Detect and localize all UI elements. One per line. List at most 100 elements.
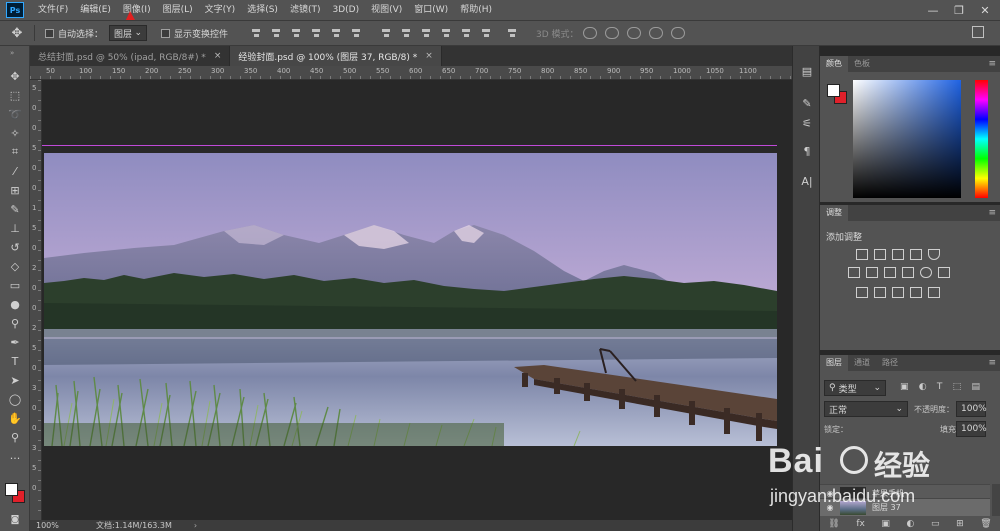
brightness-icon[interactable] [856,249,868,260]
color-field[interactable] [853,80,961,198]
menu-filter[interactable]: 滤镜(T) [284,0,327,20]
dodge-tool-icon[interactable]: ⚲ [6,315,24,331]
layer-row-selected[interactable]: ◉ 图层 37 [820,498,990,516]
color-foreground-swatch[interactable] [827,84,840,97]
show-transform-checkbox[interactable] [161,28,171,38]
lasso-tool-icon[interactable]: ➰ [6,106,24,122]
distribute-bottom-icon[interactable] [420,27,432,39]
panel-menu-icon[interactable]: ≡ [988,59,996,69]
menu-file[interactable]: 文件(F) [32,0,74,20]
close-window-button[interactable]: ✕ [972,0,998,20]
eye-icon[interactable]: ◉ [820,503,840,512]
vibrance-icon[interactable] [928,249,940,260]
3d-scale-icon[interactable] [670,27,685,39]
eyedropper-icon[interactable]: ⁄ [6,163,24,179]
panel-menu-icon[interactable]: ≡ [988,358,996,368]
menu-layer[interactable]: 图层(L) [157,0,199,20]
auto-select-dropdown[interactable]: 图层 ⌄ [109,25,148,41]
eraser-tool-icon[interactable]: ◇ [6,258,24,274]
brush-tool-icon[interactable]: ✎ [6,201,24,217]
properties-panel-icon[interactable]: ⚟ [798,114,816,132]
blend-mode-dropdown[interactable]: 正常 ⌄ [824,401,908,417]
zoom-level[interactable]: 100% [36,521,86,530]
ellipse-tool-icon[interactable]: ◯ [6,391,24,407]
blur-tool-icon[interactable]: ● [6,296,24,312]
restore-button[interactable]: ❐ [946,0,972,20]
opacity-input[interactable]: 100% [956,401,987,417]
marquee-tool-icon[interactable]: ⬚ [6,87,24,103]
distribute-vcenter-icon[interactable] [400,27,412,39]
tab-adjustments[interactable]: 调整 [820,205,848,221]
layers-scrollbar[interactable] [992,484,1000,516]
3d-slide-icon[interactable] [648,27,663,39]
align-right-icon[interactable] [350,27,362,39]
tab-paths[interactable]: 路径 [876,355,904,371]
mask-icon[interactable]: ▣ [881,519,890,529]
3d-rotate-icon[interactable] [582,27,597,39]
move-tool-icon[interactable]: ✥ [6,68,24,84]
hue-saturation-icon[interactable] [848,267,860,278]
auto-select-checkbox[interactable] [45,28,54,38]
paragraph-panel-icon[interactable]: ¶ [798,142,816,160]
crop-tool-icon[interactable]: ⌗ [6,144,24,160]
quick-mask-icon[interactable]: ◙ [6,512,24,528]
close-icon[interactable]: × [214,51,222,61]
status-menu-icon[interactable]: › [194,521,197,530]
threshold-icon[interactable] [892,287,904,298]
tab-color[interactable]: 颜色 [820,56,848,72]
auto-align-icon[interactable] [506,27,518,39]
guide-line[interactable] [42,145,777,146]
curves-icon[interactable] [892,249,904,260]
brush-panel-icon[interactable]: ✎ [798,94,816,112]
menu-window[interactable]: 窗口(W) [408,0,454,20]
link-icon[interactable]: ⛓ [828,519,839,529]
fx-icon[interactable]: fx [856,519,865,529]
color-balance-icon[interactable] [866,267,878,278]
invert-icon[interactable] [856,287,868,298]
pen-tool-icon[interactable]: ✒ [6,334,24,350]
eye-icon[interactable]: ◉ [820,489,840,498]
hue-slider[interactable] [975,80,988,198]
history-brush-icon[interactable]: ↺ [6,239,24,255]
menu-edit[interactable]: 编辑(E) [74,0,117,20]
magic-wand-icon[interactable]: ✧ [6,125,24,141]
hand-tool-icon[interactable]: ✋ [6,410,24,426]
distribute-hcenter-icon[interactable] [460,27,472,39]
history-panel-icon[interactable]: ▤ [798,62,816,80]
menu-3d[interactable]: 3D(D) [326,0,365,20]
path-select-icon[interactable]: ➤ [6,372,24,388]
align-left-icon[interactable] [310,27,322,39]
more-tools-icon[interactable]: ··· [6,450,24,466]
exposure-icon[interactable] [910,249,922,260]
menu-type[interactable]: 文字(Y) [199,0,242,20]
foreground-color-swatch[interactable] [5,483,18,496]
color-lookup-icon[interactable] [938,267,950,278]
character-panel-icon[interactable]: A| [798,172,816,190]
type-tool-icon[interactable]: T [6,353,24,369]
align-bottom-icon[interactable] [290,27,302,39]
close-icon[interactable]: × [425,51,433,61]
menu-select[interactable]: 选择(S) [241,0,284,20]
gradient-map-icon[interactable] [910,287,922,298]
tab-swatches[interactable]: 色板 [848,56,876,72]
zoom-tool-icon[interactable]: ⚲ [6,429,24,445]
tab-experience-cover[interactable]: 经验封面.psd @ 100% (图层 37, RGB/8) * × [230,46,442,66]
panel-menu-icon[interactable]: ≡ [988,208,996,218]
minimize-button[interactable]: — [920,0,946,20]
distribute-right-icon[interactable] [480,27,492,39]
3d-pan-icon[interactable] [626,27,641,39]
tab-layers[interactable]: 图层 [820,355,848,371]
workspace-icon[interactable] [972,26,984,38]
clone-stamp-icon[interactable]: ⊥ [6,220,24,236]
folder-icon[interactable]: ▭ [931,519,940,529]
black-white-icon[interactable] [884,267,896,278]
align-hcenter-icon[interactable] [330,27,342,39]
distribute-left-icon[interactable] [440,27,452,39]
landscape-image[interactable] [44,153,777,446]
channel-mixer-icon[interactable] [920,267,932,278]
healing-brush-icon[interactable]: ⊞ [6,182,24,198]
collapse-icon[interactable]: » [10,49,14,57]
adjustment-layer-icon[interactable]: ◐ [907,519,915,529]
align-top-icon[interactable] [250,27,262,39]
fill-input[interactable]: 100% [956,421,987,437]
